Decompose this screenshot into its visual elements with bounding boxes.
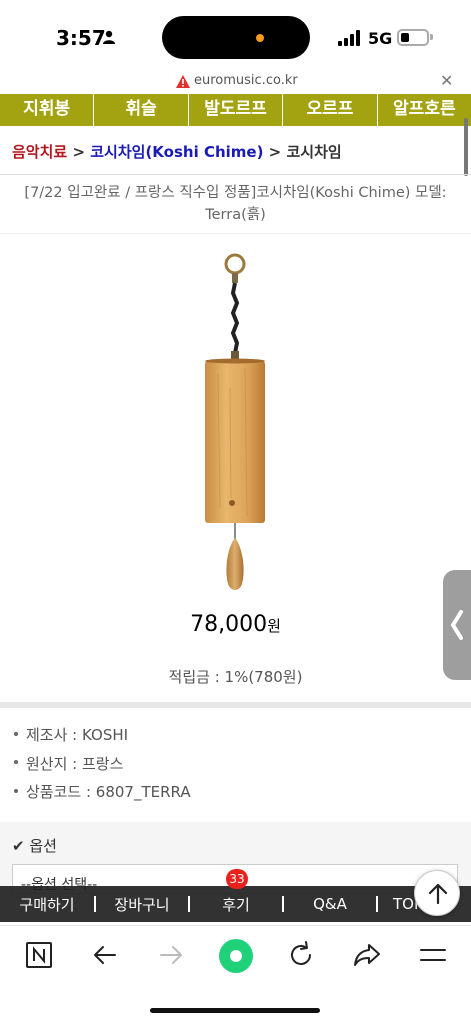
battery-icon — [397, 29, 429, 46]
menu-item-baton[interactable]: 지휘봉 — [0, 94, 95, 126]
product-title: [7/22 입고완료 / 프랑스 직수입 정품]코시차임(Koshi Chime… — [24, 185, 447, 223]
green-dot-home-icon[interactable] — [218, 938, 254, 974]
menu-item-orff[interactable]: 오르프 — [283, 94, 378, 126]
home-indicator[interactable] — [150, 1008, 320, 1013]
battery-cap — [430, 34, 433, 40]
price: 78,000원 — [0, 612, 471, 637]
review-count-badge: 33 — [226, 869, 248, 889]
warning-icon — [176, 75, 190, 88]
menu-item-waldorf[interactable]: 발도르프 — [189, 94, 284, 126]
breadcrumb-separator: > — [268, 143, 282, 161]
menu-item-alphorn[interactable]: 알프호른 — [378, 94, 471, 126]
purchase-bar: 구매하기 장바구니 후기 Q&A TOP — [0, 886, 471, 922]
divider — [0, 174, 471, 175]
dynamic-island — [162, 16, 310, 59]
section-divider — [0, 702, 471, 708]
buy-button[interactable]: 구매하기 — [0, 894, 94, 915]
menu-item-whistle[interactable]: 휘슬 — [94, 94, 189, 126]
price-unit: 원 — [267, 617, 281, 635]
origin: 원산지 : 프랑스 — [26, 754, 124, 773]
menu-icon[interactable] — [418, 940, 448, 970]
breadcrumb-category[interactable]: 코시차임(Koshi Chime) — [90, 143, 263, 161]
network-type: 5G — [368, 29, 393, 48]
bullet-icon — [14, 760, 18, 764]
person-icon — [103, 30, 115, 44]
product-code: 상품코드 : 6807_TERRA — [26, 783, 191, 801]
reward-points: 적립금 : 1%(780원) — [168, 668, 303, 686]
signal-icon — [338, 30, 360, 46]
breadcrumb: 음악치료 > 코시차임(Koshi Chime) > 코시차임 — [12, 141, 342, 162]
side-panel-tab[interactable] — [443, 570, 471, 680]
qna-button[interactable]: Q&A — [284, 895, 376, 913]
manufacturer: 제조사 : KOSHI — [26, 726, 129, 744]
recording-indicator-icon — [256, 34, 264, 42]
scroll-top-button[interactable] — [414, 870, 460, 916]
close-icon[interactable]: ✕ — [440, 71, 453, 90]
options-label: ✔ 옵션 — [12, 837, 57, 855]
naver-tab-icon[interactable] — [24, 940, 54, 970]
forward-arrow-icon[interactable] — [156, 940, 186, 970]
back-arrow-icon[interactable] — [90, 940, 120, 970]
divider — [0, 233, 471, 234]
list-item: 상품코드 : 6807_TERRA — [14, 781, 191, 810]
list-item: 원산지 : 프랑스 — [14, 753, 191, 782]
chevron-left-icon — [450, 610, 463, 640]
status-time: 3:57 — [56, 26, 106, 50]
list-item: 제조사 : KOSHI — [14, 724, 191, 753]
review-button[interactable]: 후기 — [190, 894, 282, 915]
scroll-indicator[interactable] — [464, 118, 468, 176]
refresh-icon[interactable] — [286, 940, 316, 970]
category-menu: 지휘봉 휘슬 발도르프 오르프 알프호른 — [0, 94, 471, 126]
arrow-up-icon — [428, 883, 448, 905]
product-info-list: 제조사 : KOSHI 원산지 : 프랑스 상품코드 : 6807_TERRA — [14, 724, 191, 810]
breadcrumb-separator: > — [72, 143, 86, 161]
bullet-icon — [14, 788, 18, 793]
cart-button[interactable]: 장바구니 — [96, 894, 188, 915]
share-icon[interactable] — [352, 940, 382, 970]
status-bar: 3:57 5G — [0, 0, 471, 70]
product-image[interactable] — [190, 248, 280, 598]
breadcrumb-current[interactable]: 코시차임 — [286, 143, 341, 161]
bullet-icon — [14, 731, 18, 736]
check-icon: ✔ — [12, 837, 25, 855]
url-bar[interactable]: euromusic.co.kr ✕ — [0, 70, 471, 94]
breadcrumb-root[interactable]: 음악치료 — [12, 143, 67, 161]
url-domain[interactable]: euromusic.co.kr — [194, 73, 298, 88]
price-value: 78,000 — [190, 612, 268, 637]
